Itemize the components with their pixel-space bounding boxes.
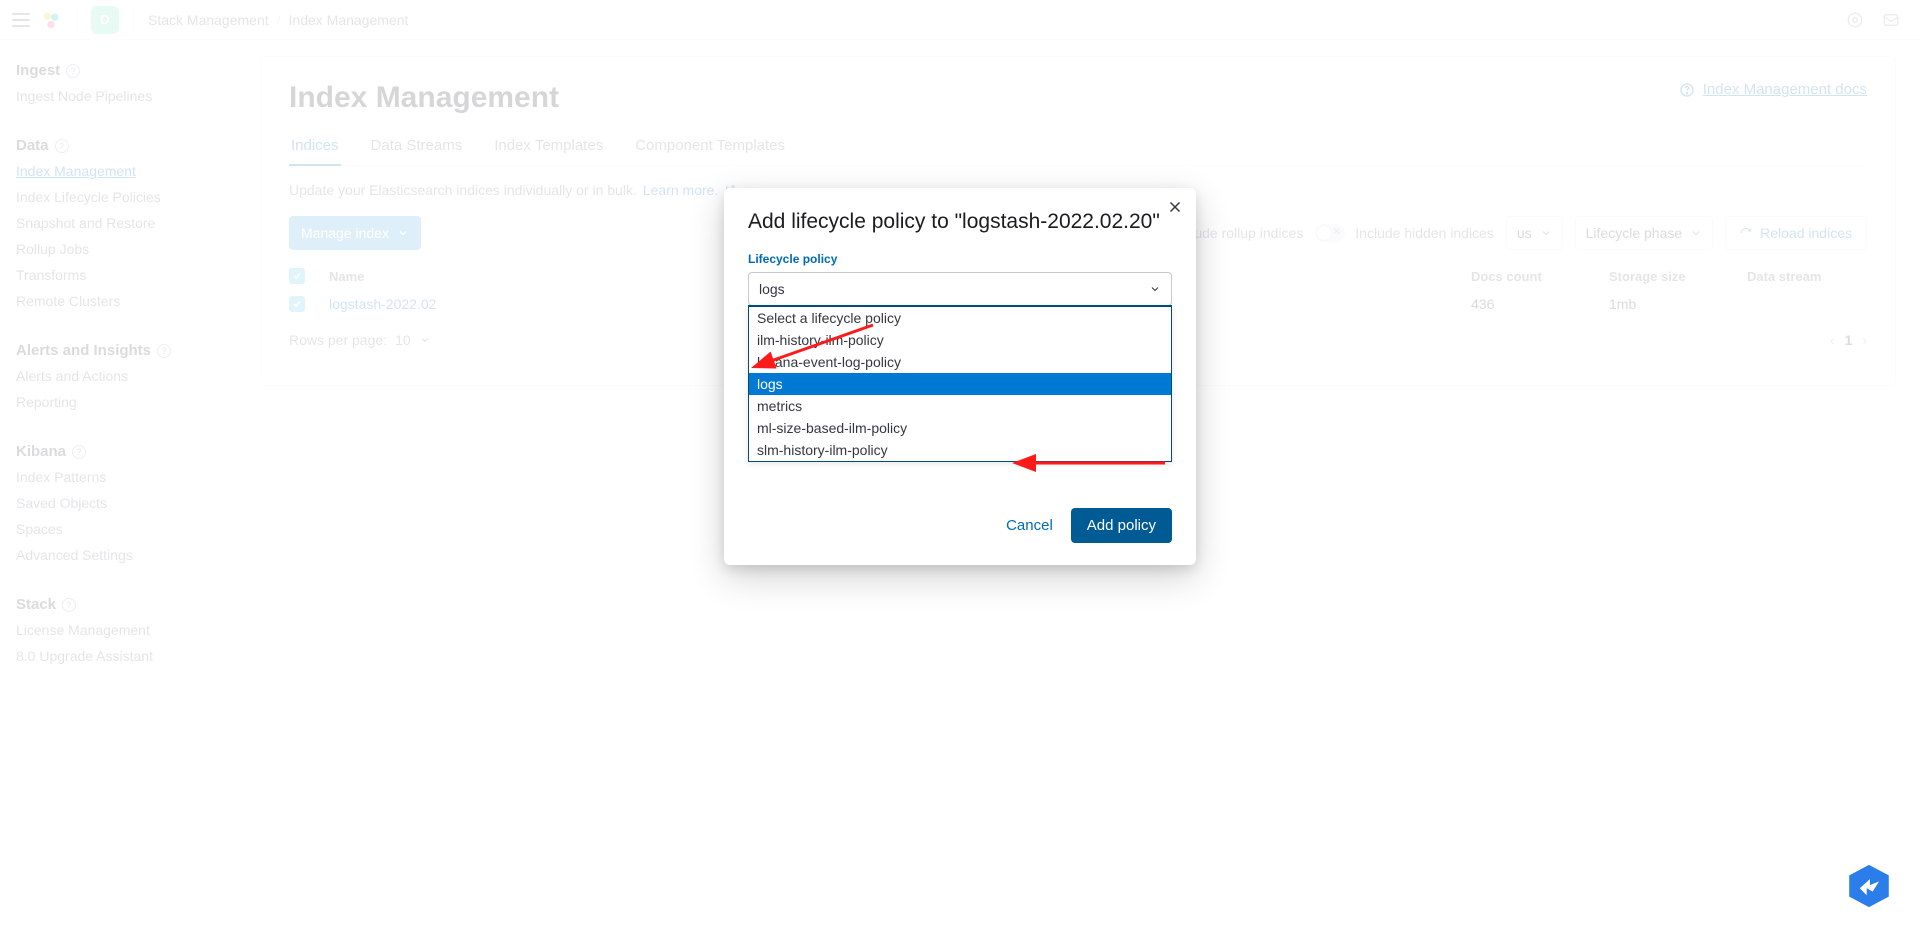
cancel-button[interactable]: Cancel <box>1006 517 1053 534</box>
dropdown-option[interactable]: logs <box>749 373 1171 395</box>
assistant-fab-icon[interactable] <box>1846 863 1892 909</box>
dropdown-option[interactable]: Select a lifecycle policy <box>749 307 1171 329</box>
add-lifecycle-policy-modal: Add lifecycle policy to "logstash-2022.0… <box>724 188 1196 565</box>
selected-value: logs <box>759 281 785 297</box>
add-policy-button[interactable]: Add policy <box>1071 508 1172 543</box>
lifecycle-policy-dropdown: Select a lifecycle policyilm-history-ilm… <box>748 305 1172 462</box>
dropdown-option[interactable]: kibana-event-log-policy <box>749 351 1171 373</box>
chevron-down-icon <box>1149 283 1161 295</box>
dropdown-option[interactable]: metrics <box>749 395 1171 417</box>
lifecycle-policy-select[interactable]: logs <box>748 272 1172 306</box>
dropdown-option[interactable]: slm-history-ilm-policy <box>749 439 1171 461</box>
modal-title: Add lifecycle policy to "logstash-2022.0… <box>748 210 1172 234</box>
dropdown-option[interactable]: ml-size-based-ilm-policy <box>749 417 1171 439</box>
field-label: Lifecycle policy <box>748 252 1172 266</box>
dropdown-option[interactable]: ilm-history-ilm-policy <box>749 329 1171 351</box>
close-icon[interactable] <box>1166 198 1184 216</box>
